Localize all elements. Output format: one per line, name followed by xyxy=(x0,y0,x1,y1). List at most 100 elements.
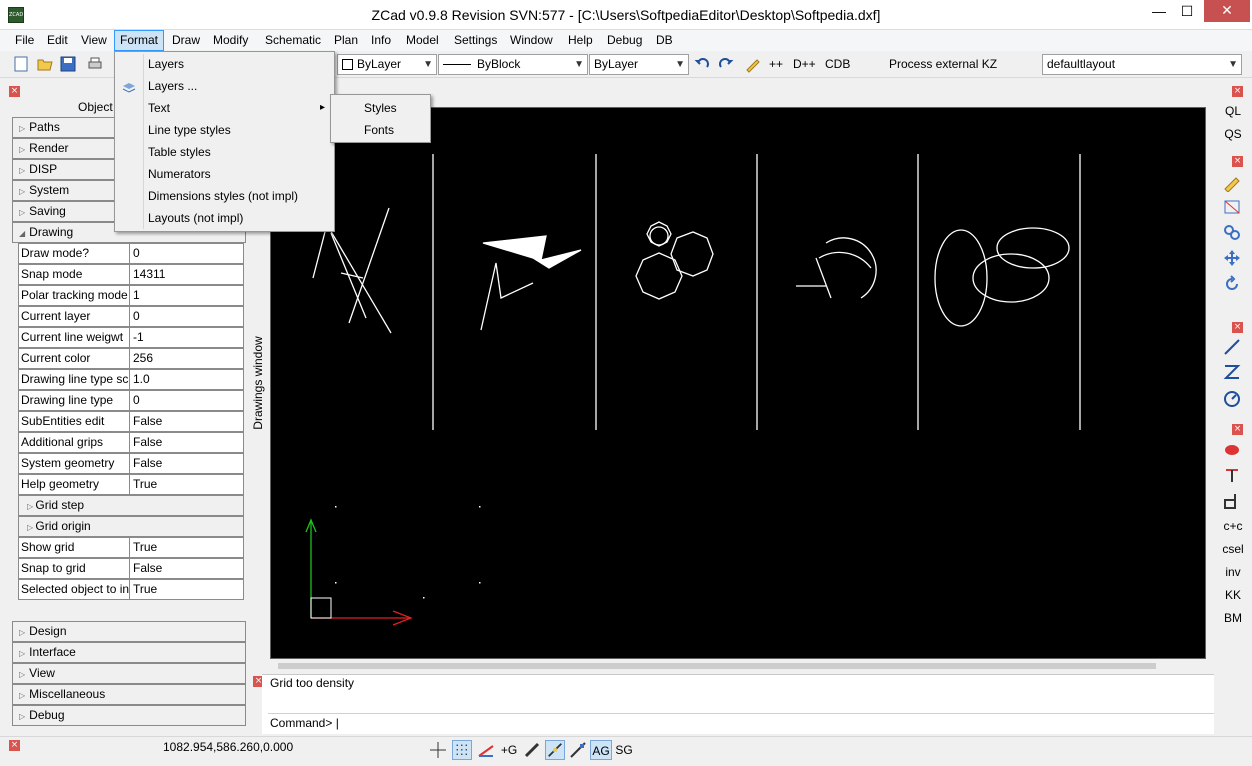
bm-button[interactable]: BM xyxy=(1218,608,1248,628)
menu-item-dimensions-styles[interactable]: Dimensions styles (not impl) xyxy=(148,185,298,207)
close-button[interactable]: ✕ xyxy=(1204,0,1250,22)
menu-help[interactable]: Help xyxy=(563,30,598,51)
open-folder-icon[interactable] xyxy=(36,55,54,73)
property-value[interactable]: 0 xyxy=(130,306,244,327)
kk-button[interactable]: KK xyxy=(1218,585,1248,605)
menu-info[interactable]: Info xyxy=(366,30,396,51)
d-plus-plus-button[interactable]: D++ xyxy=(793,55,816,73)
property-value[interactable]: False xyxy=(130,453,244,474)
property-value[interactable]: 1.0 xyxy=(130,369,244,390)
cdb-button[interactable]: CDB xyxy=(825,55,850,73)
inv-button[interactable]: inv xyxy=(1218,562,1248,582)
menu-edit[interactable]: Edit xyxy=(42,30,73,51)
property-value[interactable]: 256 xyxy=(130,348,244,369)
drawing-canvas[interactable] xyxy=(270,107,1206,659)
menu-settings[interactable]: Settings xyxy=(449,30,502,51)
otrack-icon[interactable] xyxy=(568,740,588,760)
csel-button[interactable]: csel xyxy=(1218,539,1248,559)
menu-window[interactable]: Window xyxy=(505,30,558,51)
print-icon[interactable] xyxy=(86,55,104,73)
property-value[interactable]: -1 xyxy=(130,327,244,348)
ql-button[interactable]: QL xyxy=(1218,101,1248,121)
maximize-button[interactable]: ☐ xyxy=(1172,0,1202,22)
menu-item-layers-dialog[interactable]: Layers ... xyxy=(148,75,197,97)
property-value[interactable]: 0 xyxy=(130,390,244,411)
property-group[interactable]: ▷ Grid origin xyxy=(18,516,244,537)
process-external-kz-button[interactable]: Process external KZ xyxy=(889,55,997,73)
plus-g-button[interactable]: +G xyxy=(499,740,519,760)
drawings-window-tab[interactable]: Drawings window xyxy=(250,330,266,440)
erase-icon[interactable] xyxy=(1222,197,1242,217)
property-value[interactable]: False xyxy=(130,432,244,453)
minimize-button[interactable]: — xyxy=(1146,0,1172,22)
menu-file[interactable]: File xyxy=(10,30,39,51)
text-cursor-icon[interactable] xyxy=(1222,465,1242,485)
close-toolbar-2-icon[interactable]: × xyxy=(1232,156,1243,167)
command-input[interactable]: Command> | xyxy=(268,713,1240,731)
polyline-icon[interactable] xyxy=(1222,362,1242,382)
close-right-toolbar-icon[interactable]: × xyxy=(1232,86,1243,97)
pen-icon[interactable] xyxy=(1222,172,1242,192)
property-value[interactable]: 0 xyxy=(130,243,244,264)
record-icon[interactable] xyxy=(1222,440,1242,460)
property-value[interactable]: 1 xyxy=(130,285,244,306)
menu-item-text[interactable]: Text xyxy=(148,97,170,119)
save-icon[interactable] xyxy=(59,55,77,73)
menu-modify[interactable]: Modify xyxy=(208,30,253,51)
menu-item-line-type-styles[interactable]: Line type styles xyxy=(148,119,231,141)
menu-schematic[interactable]: Schematic xyxy=(260,30,326,51)
section-miscellaneous[interactable]: ▷ Miscellaneous xyxy=(12,684,246,705)
menu-item-table-styles[interactable]: Table styles xyxy=(148,141,211,163)
menu-debug[interactable]: Debug xyxy=(602,30,647,51)
close-status-icon[interactable]: × xyxy=(9,740,20,751)
property-value[interactable]: 14311 xyxy=(130,264,244,285)
property-value[interactable]: True xyxy=(130,474,244,495)
menu-model[interactable]: Model xyxy=(401,30,444,51)
ortho-icon[interactable] xyxy=(428,740,448,760)
lineweight-icon[interactable] xyxy=(522,740,542,760)
menu-item-fonts[interactable]: Fonts xyxy=(364,119,394,141)
rotate-icon[interactable] xyxy=(1222,274,1242,294)
redo-icon[interactable] xyxy=(716,55,734,73)
qs-button[interactable]: QS xyxy=(1218,124,1248,144)
layer-combo[interactable]: ByLayer ▼ xyxy=(337,54,437,75)
move-icon[interactable] xyxy=(1222,248,1242,268)
menu-plan[interactable]: Plan xyxy=(329,30,363,51)
section-design[interactable]: ▷ Design xyxy=(12,621,246,642)
menu-item-numerators[interactable]: Numerators xyxy=(148,163,211,185)
menu-item-layouts[interactable]: Layouts (not impl) xyxy=(148,207,243,229)
pen-icon[interactable] xyxy=(744,55,762,73)
section-debug[interactable]: ▷ Debug xyxy=(12,705,246,726)
menu-format[interactable]: Format xyxy=(114,30,165,51)
close-toolbar-4-icon[interactable]: × xyxy=(1232,424,1243,435)
property-value[interactable]: True xyxy=(130,537,244,558)
ag-button[interactable]: AG xyxy=(590,740,612,760)
property-group[interactable]: ▷ Grid step xyxy=(18,495,244,516)
osnap-icon[interactable] xyxy=(545,740,565,760)
menu-db[interactable]: DB xyxy=(651,30,678,51)
menu-item-styles[interactable]: Styles xyxy=(364,97,397,119)
property-value[interactable]: False xyxy=(130,411,244,432)
cc-button[interactable]: c+c xyxy=(1218,516,1248,536)
menu-item-layers[interactable]: Layers xyxy=(148,53,184,75)
new-file-icon[interactable] xyxy=(12,55,30,73)
sg-button[interactable]: SG xyxy=(614,740,634,760)
horizontal-scrollbar[interactable] xyxy=(270,661,1206,671)
grid-icon[interactable] xyxy=(452,740,472,760)
circle-icon[interactable] xyxy=(1222,389,1242,409)
undo-icon[interactable] xyxy=(694,55,712,73)
section-view[interactable]: ▷ View xyxy=(12,663,246,684)
menu-draw[interactable]: Draw xyxy=(167,30,205,51)
line-icon[interactable] xyxy=(1222,337,1242,357)
linetype-combo[interactable]: ByBlock ▼ xyxy=(438,54,588,75)
section-interface[interactable]: ▷ Interface xyxy=(12,642,246,663)
plus-plus-button[interactable]: ++ xyxy=(769,55,783,73)
lineweight-combo[interactable]: ByLayer ▼ xyxy=(589,54,689,75)
close-toolbar-3-icon[interactable]: × xyxy=(1232,322,1243,333)
property-value[interactable]: False xyxy=(130,558,244,579)
link-icon[interactable] xyxy=(1222,222,1242,242)
insert-block-icon[interactable] xyxy=(1222,491,1242,511)
menu-view[interactable]: View xyxy=(76,30,112,51)
property-value[interactable]: True xyxy=(130,579,244,600)
polar-icon[interactable] xyxy=(476,740,496,760)
